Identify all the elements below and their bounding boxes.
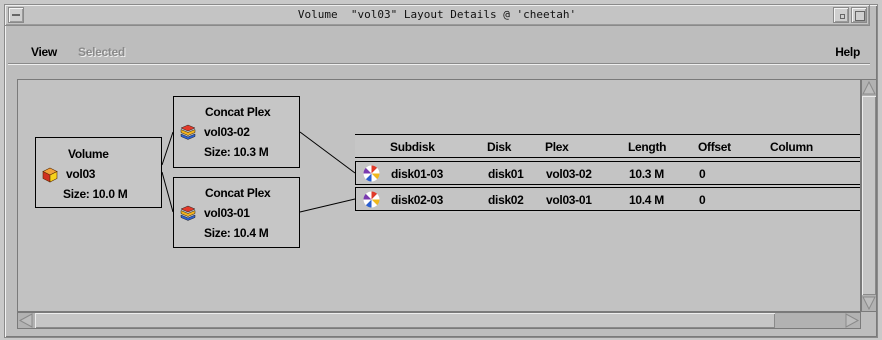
column-header-column[interactable]: Column — [770, 140, 813, 154]
scroll-down-arrow-icon[interactable] — [862, 295, 876, 311]
cell-plex: vol03-02 — [546, 167, 592, 181]
plex-stack-icon — [180, 124, 196, 140]
plex-node[interactable]: Concat Plex vol03-01 Size: 10.4 M — [173, 177, 300, 248]
table-row[interactable]: disk02-03 disk02 vol03-01 10.4 M 0 — [355, 187, 860, 211]
column-header-disk[interactable]: Disk — [487, 140, 511, 154]
window-titlebar[interactable]: Volume "vol03" Layout Details @ 'cheetah… — [4, 4, 870, 26]
volume-size: Size: 10.0 M — [63, 187, 128, 201]
cell-length: 10.4 M — [629, 193, 664, 207]
scroll-left-arrow-icon[interactable] — [18, 313, 34, 328]
column-header-length[interactable]: Length — [628, 140, 667, 154]
cell-length: 10.3 M — [629, 167, 664, 181]
plex-node[interactable]: Concat Plex vol03-02 Size: 10.3 M — [173, 96, 300, 168]
vertical-scroll-thumb[interactable] — [862, 96, 876, 295]
volume-heading: Volume — [68, 147, 109, 161]
scroll-up-arrow-icon[interactable] — [862, 80, 876, 96]
connector-volume-plex2 — [161, 171, 174, 213]
horizontal-scroll-thumb[interactable] — [35, 313, 775, 328]
cell-subdisk: disk01-03 — [391, 167, 444, 181]
cell-disk: disk02 — [488, 193, 524, 207]
maximize-button[interactable] — [851, 7, 867, 23]
table-row[interactable]: disk01-03 disk01 vol03-02 10.3 M 0 — [355, 161, 860, 185]
plex-stack-icon — [180, 205, 196, 221]
connector-volume-plex1 — [161, 131, 174, 166]
plex-heading: Concat Plex — [205, 186, 271, 200]
horizontal-scrollbar[interactable] — [17, 312, 861, 329]
cell-disk: disk01 — [488, 167, 524, 181]
window-title: Volume "vol03" Layout Details @ 'cheetah… — [297, 8, 577, 21]
menu-help[interactable]: Help — [835, 45, 860, 59]
subdisk-table: Subdisk Disk Plex Length Offset Column d… — [355, 134, 860, 213]
table-header: Subdisk Disk Plex Length Offset Column — [355, 134, 860, 158]
menu-bar: View Selected Help — [8, 40, 870, 64]
plex-name: vol03-01 — [204, 206, 250, 220]
volume-name: vol03 — [66, 167, 96, 181]
cell-subdisk: disk02-03 — [391, 193, 444, 207]
subdisk-pinwheel-icon — [363, 165, 380, 182]
plex-name: vol03-02 — [204, 125, 250, 139]
cell-plex: vol03-01 — [546, 193, 592, 207]
menu-selected: Selected — [78, 45, 125, 59]
column-header-offset[interactable]: Offset — [698, 140, 731, 154]
menu-view[interactable]: View — [31, 45, 57, 59]
connector-plex1-subdisk1 — [299, 131, 356, 174]
column-header-subdisk[interactable]: Subdisk — [390, 140, 435, 154]
column-header-plex[interactable]: Plex — [545, 140, 569, 154]
volume-cube-icon — [42, 167, 58, 183]
volume-node[interactable]: Volume vol03 Size: 10.0 M — [35, 137, 162, 208]
plex-heading: Concat Plex — [205, 105, 271, 119]
layout-canvas: Volume vol03 Size: 10.0 M Concat Plex vo… — [17, 79, 861, 312]
cell-offset: 0 — [699, 167, 706, 181]
subdisk-pinwheel-icon — [363, 191, 380, 208]
scroll-right-arrow-icon[interactable] — [844, 313, 860, 328]
minimize-button[interactable] — [833, 7, 849, 23]
connector-plex2-subdisk2 — [299, 198, 356, 213]
vertical-scrollbar[interactable] — [861, 79, 877, 312]
plex-size: Size: 10.3 M — [204, 145, 269, 159]
cell-offset: 0 — [699, 193, 706, 207]
plex-size: Size: 10.4 M — [204, 226, 269, 240]
